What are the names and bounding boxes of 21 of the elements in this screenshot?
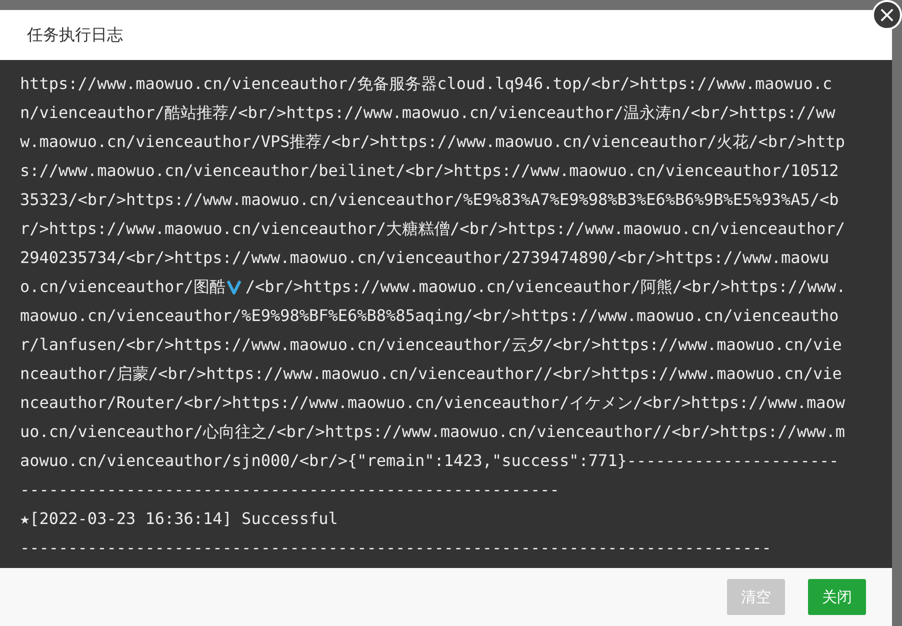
log-line: 2940235734/<br/>https://www.maowuo.cn/vienceauthor/2739474890/<br/>https://www.maowu: [20, 247, 830, 269]
log-line: maowuo.cn/vienceauthor/%E9%98%BF%E6%B8%85aqing/<br/>https://www.maowuo.cn/vienceautho: [20, 305, 839, 327]
log-line: uo.cn/vienceauthor/心向往之/<br/>https://www.maowuo.cn/vienceauthor//<br/>https://www.m: [20, 421, 845, 443]
close-button[interactable]: ×: [872, 0, 902, 30]
log-line: s://www.maowuo.cn/vienceauthor/beilinet/<br/>https://www.maowuo.cn/vienceauthor/10512: [20, 160, 839, 182]
log-line: ------------------------------------------------------------------------------: [20, 537, 772, 559]
log-line: r/lanfusen/<br/>https://www.maowuo.cn/vienceauthor/云夕/<br/>https://www.maowuo.cn/vie: [20, 334, 842, 356]
log-line: w.maowuo.cn/vienceauthor/VPS推荐/<br/>https://www.maowuo.cn/vienceauthor/火花/<br/>http: [20, 131, 845, 153]
log-line: ★[2022-03-23 16:36:14] Successful: [20, 508, 338, 530]
log-line: --------------------------------------------------------: [20, 479, 560, 501]
log-line: nceauthor/启蒙/<br/>https://www.maowuo.cn/vienceauthor//<br/>https://www.maowuo.cn/vie: [20, 363, 842, 385]
verified-v-icon: [227, 279, 242, 295]
log-line: 35323/<br/>https://www.maowuo.cn/vienceauthor/%E9%83%A7%E9%98%B3%E6%B6%9B%E5%93%A5/<b: [20, 189, 839, 211]
close-dialog-button[interactable]: 关闭: [808, 579, 866, 615]
dialog-title: 任务执行日志: [27, 24, 123, 46]
log-line: aowuo.cn/vienceauthor/sjn000/<br/>{"remain":1423,"success":771}----------------------: [20, 450, 839, 472]
log-line: nceauthor/Router/<br/>https://www.maowuo.cn/vienceauthor/イケメン/<br/>https://www.maow: [20, 392, 845, 414]
log-line: n/vienceauthor/酷站推荐/<br/>https://www.maowuo.cn/vienceauthor/温永涛n/<br/>https://ww: [20, 102, 836, 124]
log-line: o.cn/vienceauthor/图酷 /<br/>https://www.maowuo.cn/vienceauthor/阿熊/<br/>https://www.: [20, 276, 846, 298]
log-line: r/>https://www.maowuo.cn/vienceauthor/大糖糕僧/<br/>https://www.maowuo.cn/vienceauthor/: [20, 218, 845, 240]
log-line: https://www.maowuo.cn/vienceauthor/免备服务器cloud.lq946.top/<br/>https://www.maowuo.c: [20, 73, 832, 95]
